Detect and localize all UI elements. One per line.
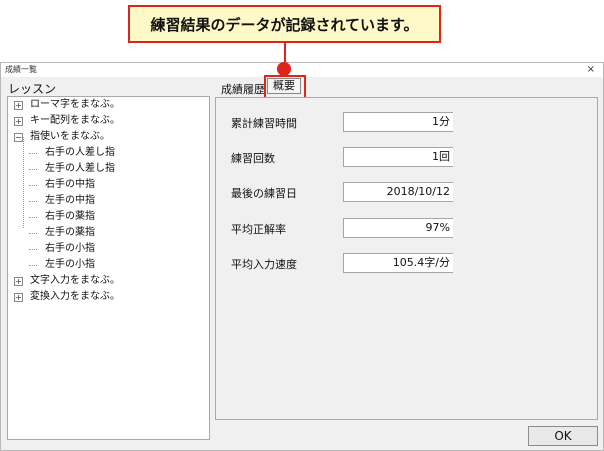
collapse-icon[interactable]: − — [14, 133, 23, 142]
tree-item-label: 左手の人差し指 — [45, 163, 115, 174]
last-practice-date-value: 2018/10/12 — [343, 182, 453, 202]
tree-item-label: 左手の薬指 — [45, 227, 95, 238]
tree-item-conversion-input[interactable]: + 変換入力をまなぶ。 — [14, 289, 120, 305]
total-practice-time-value: 1分 — [343, 112, 453, 132]
tree-item-right-index[interactable]: 右手の人差し指 — [29, 145, 115, 161]
tree-item-right-pinky[interactable]: 右手の小指 — [29, 241, 95, 257]
tree-connector — [29, 233, 37, 234]
tree-item-label: 文字入力をまなぶ。 — [30, 275, 120, 286]
tree-connector — [29, 201, 37, 202]
tree-item-label: 右手の小指 — [45, 243, 95, 254]
lessons-heading: レッスン — [8, 82, 57, 96]
tree-item-right-ring[interactable]: 右手の薬指 — [29, 209, 95, 225]
lesson-tree[interactable]: + ローマ字をまなぶ。 + キー配列をまなぶ。 − 指使いをまなぶ。 右手の人差… — [7, 96, 210, 440]
average-input-speed-label: 平均入力速度 — [231, 258, 297, 271]
average-input-speed-value: 105.4字/分 — [343, 253, 453, 273]
results-window: 成績一覧 × レッスン + ローマ字をまなぶ。 + キー配列をまなぶ。 − 指使… — [0, 62, 604, 451]
callout-pointer-dot — [277, 62, 291, 76]
tab-highlight-box — [264, 75, 306, 99]
callout-text: 練習結果のデータが記録されています。 — [150, 15, 419, 34]
tree-item-label: 右手の薬指 — [45, 211, 95, 222]
tree-item-text-input[interactable]: + 文字入力をまなぶ。 — [14, 273, 120, 289]
tree-item-left-ring[interactable]: 左手の薬指 — [29, 225, 95, 241]
tree-connector — [29, 169, 37, 170]
window-title: 成績一覧 — [5, 65, 37, 74]
tree-item-key-layout[interactable]: + キー配列をまなぶ。 — [14, 113, 120, 129]
tree-item-right-middle[interactable]: 右手の中指 — [29, 177, 95, 193]
tree-connector — [29, 153, 37, 154]
average-accuracy-label: 平均正解率 — [231, 223, 286, 236]
average-accuracy-value: 97% — [343, 218, 453, 238]
ok-button[interactable]: OK — [528, 426, 598, 446]
tree-connector — [29, 249, 37, 250]
tree-item-label: 右手の人差し指 — [45, 147, 115, 158]
tree-item-label: 指使いをまなぶ。 — [30, 131, 110, 142]
tree-item-label: 右手の中指 — [45, 179, 95, 190]
expand-icon[interactable]: + — [14, 293, 23, 302]
expand-icon[interactable]: + — [14, 101, 23, 110]
tree-item-label: 左手の小指 — [45, 259, 95, 270]
tree-item-label: 変換入力をまなぶ。 — [30, 291, 120, 302]
tab-history[interactable]: 成績履歴 — [221, 81, 265, 97]
tree-item-fingering[interactable]: − 指使いをまなぶ。 — [14, 129, 110, 145]
tree-item-left-middle[interactable]: 左手の中指 — [29, 193, 95, 209]
tree-connector — [29, 265, 37, 266]
tree-item-label: キー配列をまなぶ。 — [30, 115, 120, 126]
annotation-callout: 練習結果のデータが記録されています。 — [128, 5, 441, 43]
total-practice-time-label: 累計練習時間 — [231, 117, 297, 130]
tree-item-label: 左手の中指 — [45, 195, 95, 206]
practice-count-value: 1回 — [343, 147, 453, 167]
close-icon[interactable]: × — [587, 63, 595, 77]
expand-icon[interactable]: + — [14, 277, 23, 286]
tree-item-left-pinky[interactable]: 左手の小指 — [29, 257, 95, 273]
tree-item-left-index[interactable]: 左手の人差し指 — [29, 161, 115, 177]
tree-connector — [23, 137, 24, 228]
practice-count-label: 練習回数 — [231, 152, 275, 165]
tree-connector — [29, 217, 37, 218]
tree-item-romaji[interactable]: + ローマ字をまなぶ。 — [14, 97, 120, 113]
expand-icon[interactable]: + — [14, 117, 23, 126]
tree-item-label: ローマ字をまなぶ。 — [30, 99, 120, 110]
last-practice-date-label: 最後の練習日 — [231, 187, 297, 200]
tree-connector — [29, 185, 37, 186]
